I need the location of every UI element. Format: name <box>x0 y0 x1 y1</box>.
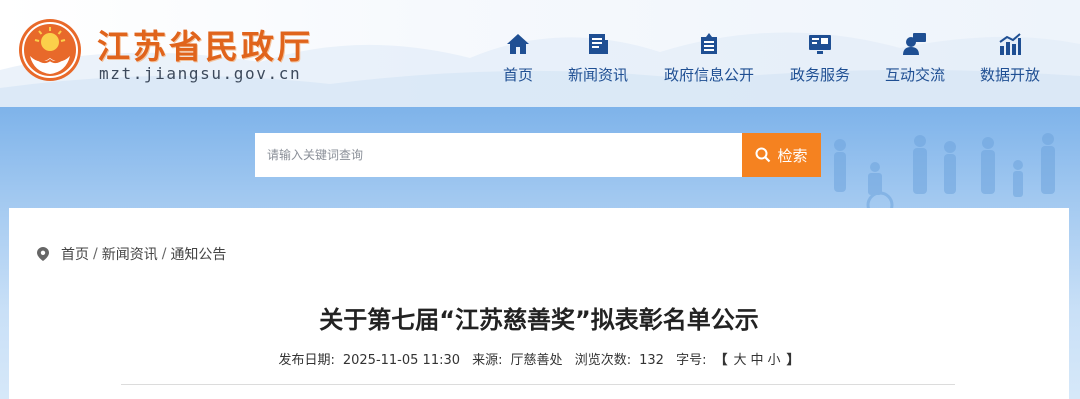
source-value: 厅慈善处 <box>510 353 563 368</box>
nav-label-service: 政务服务 <box>789 66 850 84</box>
font-size-medium[interactable]: 中 <box>750 353 763 368</box>
nav-item-home[interactable]: 首页 <box>500 32 536 88</box>
article-card: 首页 / 新闻资讯 / 通知公告 关于第七届“江苏慈善奖”拟表彰名单公示 发布日… <box>9 208 1069 399</box>
nav-label-news: 新闻资讯 <box>567 66 628 84</box>
source-label: 来源: <box>472 353 503 368</box>
search-button[interactable]: 检索 <box>742 133 821 177</box>
government-info-icon <box>701 33 717 54</box>
nav-item-service[interactable]: 政务服务 <box>788 32 852 88</box>
divider <box>121 384 955 385</box>
nav-item-interaction[interactable]: 互动交流 <box>883 32 947 88</box>
breadcrumb-home[interactable]: 首页 <box>61 244 89 264</box>
breadcrumb-separator: / <box>161 246 167 262</box>
nav-item-gov-info[interactable]: 政府信息公开 <box>662 32 756 88</box>
nav-label-gov-info: 政府信息公开 <box>663 66 754 84</box>
publish-date: 2025-11-05 11:30 <box>342 353 461 368</box>
nav-item-news[interactable]: 新闻资讯 <box>566 32 630 88</box>
site-domain: mzt.jiangsu.gov.cn <box>99 64 302 83</box>
site-header: 江苏省民政厅 mzt.jiangsu.gov.cn 首页 新闻资讯 政府信息公开… <box>0 0 1080 107</box>
nav-label-home: 首页 <box>502 66 533 84</box>
breadcrumb-separator: / <box>93 246 98 262</box>
font-size-label: 字号: <box>676 353 707 368</box>
search-button-label: 检索 <box>777 147 808 165</box>
views-label: 浏览次数: <box>574 353 632 368</box>
font-size-small[interactable]: 小 <box>768 353 781 368</box>
article-meta: 发布日期: 2025-11-05 11:30 来源: 厅慈善处 浏览次数: 132 字… <box>9 349 1069 368</box>
nav-item-data-open[interactable]: 数据开放 <box>978 32 1042 88</box>
breadcrumb-notices[interactable]: 通知公告 <box>170 244 226 264</box>
service-icon <box>809 35 831 54</box>
location-pin-icon <box>37 247 49 261</box>
publish-date-label: 发布日期: <box>278 353 335 368</box>
data-chart-icon <box>999 33 1021 55</box>
interaction-icon <box>903 33 926 55</box>
font-size-large[interactable]: 大 <box>733 353 746 368</box>
logo-emblem-icon <box>19 19 81 81</box>
nav-label-data-open: 数据开放 <box>979 66 1040 84</box>
search-input[interactable] <box>255 133 742 177</box>
views-count: 132 <box>639 353 664 368</box>
site-title: 江苏省民政厅 <box>97 27 313 66</box>
article-title: 关于第七届“江苏慈善奖”拟表彰名单公示 <box>319 306 759 334</box>
news-icon <box>589 34 608 54</box>
nav-label-interaction: 互动交流 <box>884 66 945 84</box>
home-icon <box>507 34 529 54</box>
breadcrumb: 首页 / 新闻资讯 / 通知公告 <box>37 244 226 264</box>
search-icon <box>755 147 771 163</box>
breadcrumb-news[interactable]: 新闻资讯 <box>102 244 158 264</box>
font-size-bracket-close: 】 <box>786 353 800 368</box>
font-size-bracket-open: 【 <box>714 353 728 368</box>
